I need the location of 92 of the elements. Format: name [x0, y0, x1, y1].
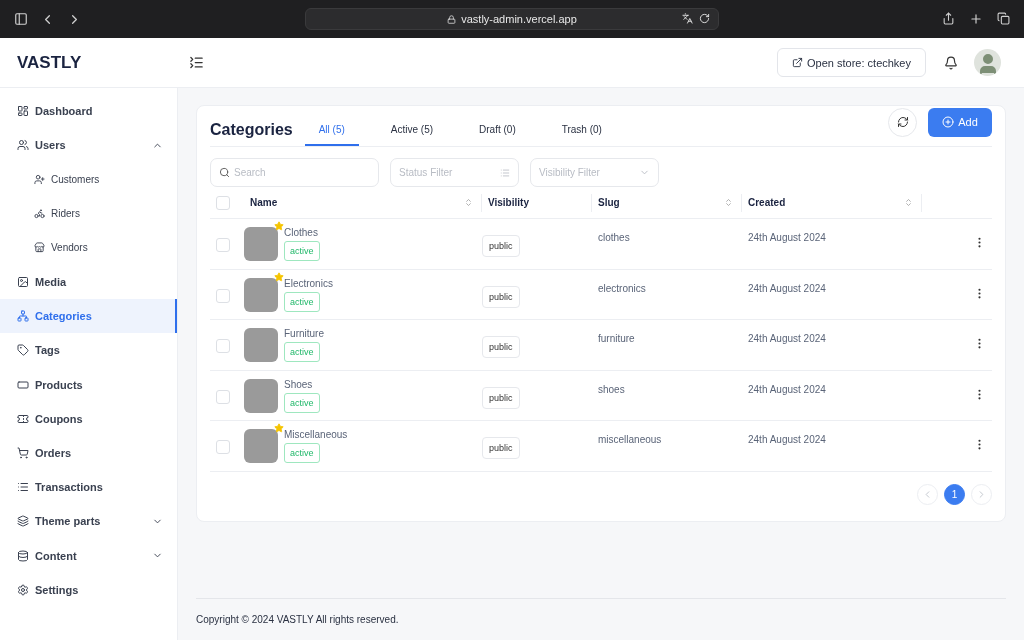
column-header[interactable]: Created: [748, 197, 786, 208]
open-store-button[interactable]: Open store: ctechkey: [777, 48, 926, 77]
store-icon: [34, 242, 45, 254]
users-icon: [17, 139, 29, 152]
sidebar-item[interactable]: Media: [0, 264, 177, 300]
visibility-badge: public: [482, 437, 520, 459]
sidebar-item[interactable]: Users: [0, 128, 177, 163]
visibility-badge: public: [482, 285, 520, 308]
dashboard-icon: [17, 105, 29, 118]
category-name: Furniture: [284, 328, 324, 339]
user-plus-icon: [34, 173, 45, 185]
column-header[interactable]: Name: [250, 197, 278, 208]
column-header[interactable]: Visibility: [488, 197, 529, 208]
status-badge: active: [284, 392, 320, 413]
tag-icon: [17, 344, 29, 357]
sidebar-item[interactable]: Customers: [0, 162, 177, 197]
tab[interactable]: Draft (0): [465, 114, 530, 146]
layers-icon: [17, 515, 29, 528]
category-name: Electronics: [284, 277, 333, 289]
translate-icon[interactable]: [682, 13, 693, 24]
avatar[interactable]: [974, 49, 1001, 76]
sidebar-item[interactable]: Products: [0, 367, 177, 402]
share-icon[interactable]: [942, 12, 955, 25]
tab[interactable]: Trash (0): [547, 114, 616, 146]
table-cell-text: 24th August 2024: [747, 434, 827, 445]
checkbox[interactable]: [216, 389, 230, 404]
rectangle-icon: [17, 378, 29, 391]
external-link-icon: [792, 57, 804, 68]
checkbox[interactable]: [216, 195, 230, 210]
checkbox[interactable]: [216, 440, 230, 454]
search-icon: [219, 167, 230, 178]
checkbox[interactable]: [216, 288, 230, 303]
status-badge: active: [284, 342, 320, 362]
table-cell-text: 24th August 2024: [747, 333, 827, 344]
reload-icon[interactable]: [699, 13, 710, 24]
sidebar-item[interactable]: Settings: [0, 572, 177, 607]
checkbox[interactable]: [216, 238, 230, 252]
logo: VASTLY: [16, 52, 83, 73]
sidebar-item[interactable]: Categories: [0, 299, 177, 334]
table-cell-text: 24th August 2024: [747, 383, 827, 395]
copyright-text: Copyright © 2024 VASTLY All rights reserved.: [196, 614, 399, 625]
category-name: Clothes: [284, 227, 318, 238]
ticket-icon: [17, 412, 29, 425]
sidebar-item[interactable]: Theme parts: [0, 504, 177, 539]
refresh-icon: [896, 116, 909, 128]
refresh-button[interactable]: [888, 107, 917, 137]
sidebar-item[interactable]: Transactions: [0, 470, 177, 505]
table-cell-text: electronics: [597, 282, 647, 294]
sidebar-item[interactable]: Tags: [0, 333, 177, 368]
hierarchy-icon: [17, 310, 29, 323]
table-cell-text: miscellaneous: [597, 434, 663, 445]
table-cell-text: 24th August 2024: [747, 232, 827, 243]
bicycle-icon: [34, 208, 45, 220]
sidebar-toggle-icon[interactable]: [14, 12, 28, 26]
tabs-icon[interactable]: [997, 12, 1010, 25]
cart-icon: [17, 446, 29, 459]
sidebar-item[interactable]: Orders: [0, 435, 177, 471]
image-icon: [17, 276, 29, 289]
new-tab-icon[interactable]: [969, 12, 983, 26]
sidebar-item[interactable]: Content: [0, 538, 177, 573]
visibility-badge: public: [482, 336, 520, 358]
table-cell-text: furniture: [597, 333, 636, 344]
page-title: Categories: [210, 121, 293, 139]
notification-icon[interactable]: [944, 55, 958, 70]
visibility-badge: public: [482, 386, 520, 409]
tab[interactable]: All (5): [304, 114, 359, 146]
plus-circle-icon: [942, 116, 955, 128]
address-bar[interactable]: vastly-admin.vercel.app: [305, 8, 719, 30]
page-button[interactable]: 1: [944, 483, 965, 505]
status-badge: active: [284, 241, 320, 261]
menu-icon[interactable]: [189, 55, 204, 70]
status-badge: active: [284, 443, 320, 463]
tab[interactable]: Active (5): [376, 114, 448, 146]
database-icon: [17, 549, 29, 562]
table-cell-text: shoes: [597, 383, 626, 395]
sidebar-item[interactable]: Vendors: [0, 230, 177, 265]
sidebar-item[interactable]: Dashboard: [0, 94, 177, 129]
list-icon: [500, 167, 510, 178]
status-badge: active: [284, 291, 320, 312]
checkbox[interactable]: [216, 339, 230, 353]
lock-icon: [447, 14, 457, 24]
table-cell-text: 24th August 2024: [747, 282, 827, 294]
visibility-badge: public: [482, 235, 520, 257]
sidebar-item[interactable]: Riders: [0, 196, 177, 231]
category-name: Shoes: [284, 378, 313, 390]
list-icon: [17, 481, 29, 494]
add-button[interactable]: Add: [928, 107, 992, 137]
settings-icon: [17, 583, 29, 596]
table-cell-text: clothes: [597, 232, 631, 243]
category-name: Miscellaneous: [284, 429, 348, 440]
sidebar-item[interactable]: Coupons: [0, 401, 177, 436]
column-header[interactable]: Slug: [598, 197, 620, 208]
